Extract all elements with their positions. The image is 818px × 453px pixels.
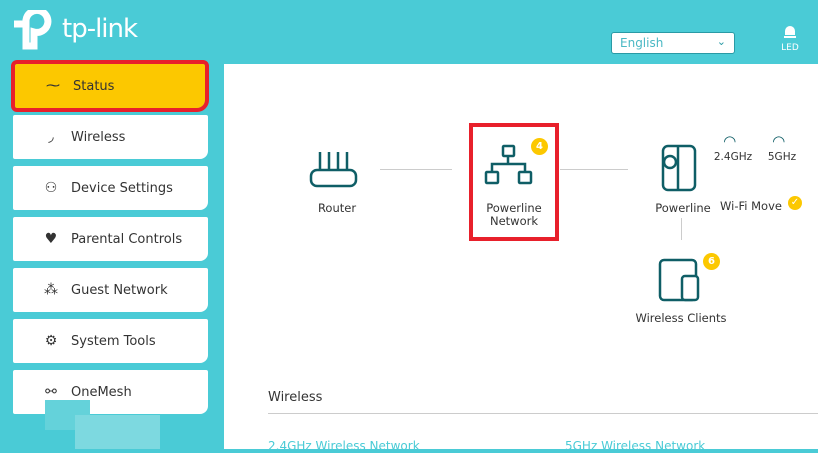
check-icon: ✓: [788, 196, 802, 210]
sidebar-item-label: Parental Controls: [71, 231, 183, 247]
link-24ghz-network[interactable]: 2.4GHz Wireless Network: [268, 439, 420, 453]
sidebar: ⁓ Status ◞ Wireless ⚇ Device Settings ♥ Pare…: [0, 60, 224, 449]
powerline-network-count-badge: 4: [531, 138, 548, 155]
sidebar-item-label: Wireless: [71, 129, 126, 145]
heart-icon: ♥: [44, 231, 58, 247]
wifi-locked-icon: ◠: [773, 132, 785, 150]
connector: [681, 218, 682, 240]
chevron-down-icon: ⌄: [716, 35, 726, 48]
divider: [268, 413, 818, 414]
sidebar-item-system-tools[interactable]: ⚙ System Tools: [13, 319, 208, 363]
wireless-clients-icon[interactable]: [658, 258, 702, 302]
router-icon[interactable]: [308, 150, 360, 190]
sidebar-item-parental-controls[interactable]: ♥ Parental Controls: [13, 217, 208, 261]
link-5ghz-network[interactable]: 5GHz Wireless Network: [565, 439, 705, 453]
network-icon: ⚇: [44, 180, 58, 196]
decoration: [75, 415, 160, 449]
header: tp-link English ⌄ LED: [0, 0, 818, 64]
wifi-icon: ◠: [724, 132, 736, 150]
gear-icon: ⚙: [44, 333, 58, 349]
guests-icon: ⁂: [44, 282, 58, 298]
bulb-icon: [784, 26, 796, 38]
band-5-label: 5GHz: [767, 151, 797, 163]
powerline-network-label: Powerline Network: [486, 201, 542, 228]
led-button[interactable]: LED: [778, 22, 802, 53]
sidebar-item-guest-network[interactable]: ⁂ Guest Network: [13, 268, 208, 312]
wireless-clients-count-badge: 6: [703, 253, 720, 270]
powerline-label: Powerline: [655, 201, 711, 215]
band-24-label: 2.4GHz: [713, 151, 753, 163]
sidebar-item-label: Device Settings: [71, 180, 173, 196]
pulse-icon: ⁓: [46, 78, 60, 94]
language-value: English: [620, 36, 664, 50]
mesh-icon: ⚯: [45, 384, 57, 400]
network-topology-icon: [484, 144, 533, 185]
sidebar-item-label: Guest Network: [71, 282, 168, 298]
sidebar-item-label: OneMesh: [71, 384, 132, 400]
router-label: Router: [317, 201, 357, 215]
wireless-section-title: Wireless: [268, 390, 323, 405]
led-label: LED: [781, 43, 799, 53]
sidebar-item-onemesh[interactable]: ⚯ OneMesh: [13, 370, 208, 414]
logo-text: tp-link: [62, 14, 138, 44]
sidebar-item-device-settings[interactable]: ⚇ Device Settings: [13, 166, 208, 210]
connector: [380, 169, 452, 170]
powerline-adapter-icon[interactable]: [660, 144, 698, 192]
wireless-clients-label: Wireless Clients: [635, 311, 727, 325]
sidebar-item-wireless[interactable]: ◞ Wireless: [13, 115, 208, 159]
sidebar-item-label: System Tools: [71, 333, 156, 349]
wireless-icon: ◞: [48, 129, 54, 145]
wifi-move-label: Wi-Fi Move: [720, 199, 782, 213]
sidebar-item-status[interactable]: ⁓ Status: [11, 60, 209, 112]
connector: [560, 169, 628, 170]
language-select[interactable]: English ⌄: [611, 32, 735, 54]
sidebar-item-label: Status: [73, 78, 115, 94]
